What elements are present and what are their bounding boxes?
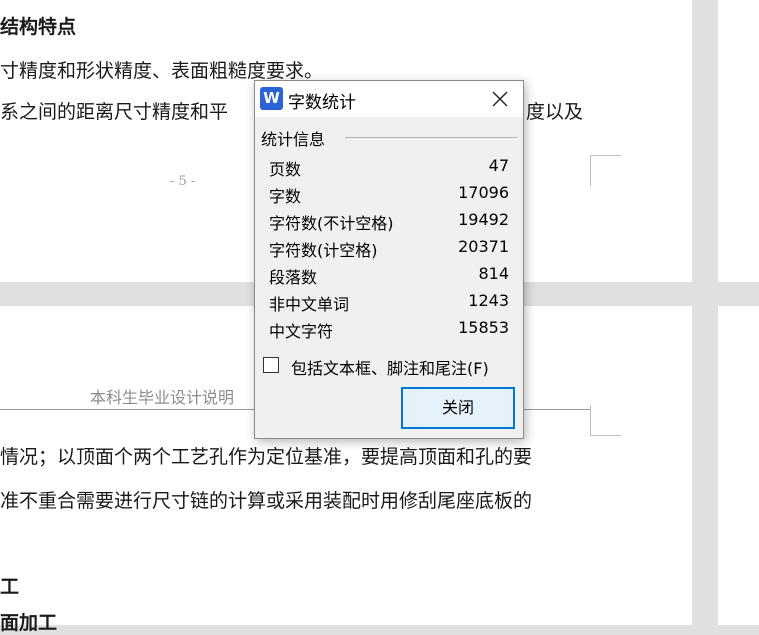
page-number: - 5 - (170, 174, 196, 189)
include-textbox-footnotes-checkbox[interactable] (263, 357, 279, 373)
stat-value: 47 (488, 156, 509, 175)
margin-corner-mark (590, 405, 621, 436)
stat-label: 字符数(计空格) (269, 241, 378, 260)
dialog-close-button[interactable] (485, 85, 515, 113)
dialog-titlebar[interactable]: W 字数统计 (255, 81, 523, 117)
document-page-right (718, 0, 759, 282)
stat-row-words: 字数 17096 (269, 183, 509, 207)
stat-value: 19492 (458, 210, 509, 229)
doc-paragraph-line: 情况；以顶面个两个工艺孔作为定位基准，要提高顶面和孔的要 (0, 446, 533, 468)
stat-value: 20371 (458, 237, 509, 256)
doc-paragraph-line: 度以及 (526, 101, 584, 123)
stat-label: 字符数(不计空格) (269, 214, 394, 233)
stat-label: 页数 (269, 160, 302, 179)
section-heading: 工 (0, 576, 20, 598)
close-icon (492, 91, 508, 107)
group-divider (345, 137, 517, 138)
statistics-group-label: 统计信息 (261, 130, 326, 149)
stat-row-chars-with-spaces: 字符数(计空格) 20371 (269, 237, 509, 261)
stat-value: 814 (478, 264, 509, 283)
stat-row-non-chinese-words: 非中文单词 1243 (269, 291, 509, 315)
stat-row-chinese-chars: 中文字符 15853 (269, 318, 509, 342)
include-textbox-footnotes-option[interactable]: 包括文本框、脚注和尾注(F) (263, 355, 518, 379)
doc-paragraph-line: 寸精度和形状精度、表面粗糙度要求。 (0, 60, 324, 82)
checkbox-label: 包括文本框、脚注和尾注(F) (291, 359, 489, 378)
margin-corner-mark (590, 155, 621, 186)
stat-value: 15853 (458, 318, 509, 337)
section-heading: 结构特点 (0, 16, 77, 38)
section-heading: 面加工 (0, 612, 58, 634)
close-button[interactable]: 关闭 (401, 387, 515, 429)
wps-writer-icon: W (260, 87, 283, 110)
doc-paragraph-line: 准不重合需要进行尺寸链的计算或采用装配时用修刮尾座底板的 (0, 490, 533, 512)
page-header-text: 本科生毕业设计说明 (90, 388, 235, 407)
stat-label: 非中文单词 (269, 295, 350, 314)
stat-row-pages: 页数 47 (269, 156, 509, 180)
stat-label: 段落数 (269, 268, 318, 287)
word-count-dialog: W 字数统计 统计信息 页数 47 字数 17096 字符数(不计空格) 194… (254, 80, 524, 439)
stat-row-chars-no-spaces: 字符数(不计空格) 19492 (269, 210, 509, 234)
stat-label: 字数 (269, 187, 302, 206)
dialog-title: 字数统计 (288, 93, 356, 113)
stat-row-paragraphs: 段落数 814 (269, 264, 509, 288)
doc-paragraph-line: 系之间的距离尺寸精度和平 (0, 101, 229, 123)
stat-label: 中文字符 (269, 322, 334, 341)
stat-value: 1243 (468, 291, 509, 310)
document-page-right (718, 306, 759, 625)
stat-value: 17096 (458, 183, 509, 202)
